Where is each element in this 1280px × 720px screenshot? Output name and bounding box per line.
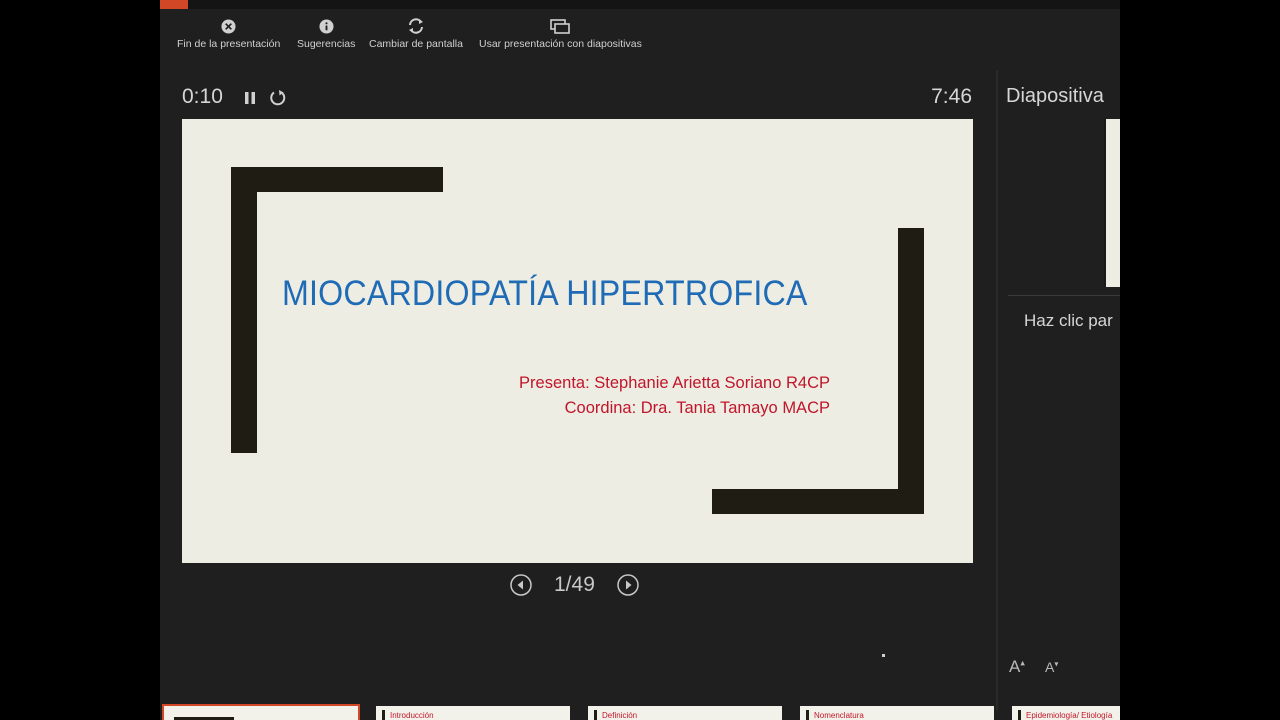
presenter-line: Presenta: Stephanie Arietta Soriano R4CP: [519, 374, 830, 392]
thumb-frame: [1018, 710, 1021, 720]
use-slideshow-label: Usar presentación con diapositivas: [479, 38, 642, 50]
increase-font-button[interactable]: A▴: [1009, 657, 1025, 677]
clock-time: 7:46: [931, 85, 972, 108]
thumbnail-slide-4[interactable]: Nomenclatura: [800, 706, 994, 720]
thumbnail-slide-1[interactable]: [162, 704, 360, 720]
thumb-frame: [594, 710, 597, 720]
thumb-label: Introducción: [390, 711, 434, 720]
thumbnail-slide-2[interactable]: Introducción: [376, 706, 570, 720]
frame-right-bar: [898, 228, 924, 514]
elapsed-timer: 0:10: [182, 85, 223, 108]
frame-bottom-bar: [712, 489, 924, 514]
next-slide-preview[interactable]: [1104, 119, 1120, 287]
frame-left-bar: [231, 167, 257, 453]
notes-placeholder[interactable]: Haz clic par: [1024, 311, 1113, 331]
coordinator-line: Coordina: Dra. Tania Tamayo MACP: [564, 399, 830, 417]
thumb-frame: [806, 710, 809, 720]
thumb-label: Nomenclatura: [814, 711, 864, 720]
accent-tab: [160, 0, 188, 9]
current-slide[interactable]: MIOCARDIOPATÍA HIPERTROFICA Presenta: St…: [182, 119, 973, 563]
slide-title: MIOCARDIOPATÍA HIPERTROFICA: [282, 274, 808, 313]
switch-display-label: Cambiar de pantalla: [369, 38, 463, 50]
thumbnail-slide-3[interactable]: Definición: [588, 706, 782, 720]
prev-icon[interactable]: [510, 574, 532, 596]
thumbnail-strip: Introducción Definición Nomenclatura Epi…: [160, 703, 1120, 720]
slide-counter: 1/49: [554, 573, 595, 596]
end-show-label: Fin de la presentación: [177, 38, 281, 50]
info-icon: [319, 14, 334, 38]
slide-navigation: 1/49: [510, 573, 639, 597]
use-slideshow-button[interactable]: Usar presentación con diapositivas: [479, 14, 642, 50]
frame-top-bar: [231, 167, 443, 192]
restart-icon: [270, 90, 286, 106]
thumbnail-slide-5[interactable]: Epidemiología/ Etiología: [1012, 706, 1120, 720]
decrease-font-button[interactable]: A▾: [1045, 659, 1058, 675]
tips-label: Sugerencias: [297, 38, 356, 50]
refresh-icon: [407, 14, 425, 38]
switch-display-button[interactable]: Cambiar de pantalla: [369, 14, 463, 50]
presenter-view: Fin de la presentación Sugerencias Cambi…: [160, 0, 1120, 720]
tips-button[interactable]: Sugerencias: [297, 14, 355, 50]
restart-timer-button[interactable]: [268, 88, 288, 108]
slide-credits: Presenta: Stephanie Arietta Soriano R4CP…: [519, 371, 830, 421]
thumb-frame: [382, 710, 385, 720]
next-icon[interactable]: [617, 574, 639, 596]
thumb-label: Definición: [602, 711, 638, 720]
pause-timer-button[interactable]: [240, 88, 260, 108]
end-show-button[interactable]: Fin de la presentación: [177, 14, 280, 50]
mouse-cursor: [882, 654, 885, 657]
toolbar: Fin de la presentación Sugerencias Cambi…: [160, 14, 1120, 58]
notes-separator: [1008, 295, 1120, 296]
next-slide-heading: Diapositiva: [1006, 85, 1104, 107]
title-bar: [160, 0, 1120, 9]
thumb-label: Epidemiología/ Etiología: [1026, 711, 1113, 720]
windows-icon: [550, 14, 571, 38]
pause-icon: [245, 92, 255, 104]
close-circle-icon: [221, 14, 236, 38]
pane-divider[interactable]: [996, 70, 998, 710]
